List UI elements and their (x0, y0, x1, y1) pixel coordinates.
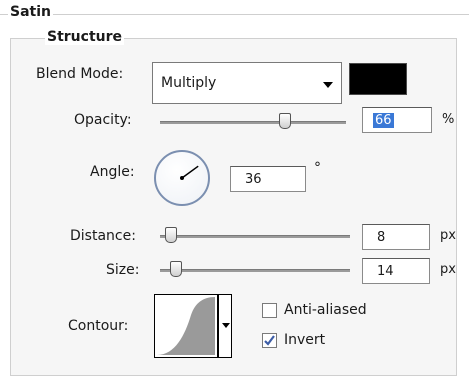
blend-mode-value: Multiply (161, 75, 217, 91)
invert-label: Invert (284, 332, 326, 348)
invert-checkbox[interactable] (262, 333, 277, 348)
distance-label: Distance: (70, 228, 136, 244)
size-slider-thumb[interactable] (170, 261, 182, 277)
angle-value: 36 (245, 172, 262, 187)
satin-group-title: Satin (8, 4, 53, 20)
satin-group-top-line (0, 14, 469, 15)
opacity-slider-track[interactable] (160, 121, 346, 124)
distance-value: 8 (377, 230, 386, 245)
size-unit: px (440, 262, 456, 277)
opacity-slider-thumb[interactable] (279, 113, 291, 129)
angle-input[interactable]: 36 (230, 166, 306, 192)
angle-label: Angle: (90, 164, 135, 180)
anti-aliased-checkbox[interactable] (262, 303, 277, 318)
contour-label: Contour: (68, 318, 129, 334)
opacity-unit: % (442, 112, 455, 127)
size-slider-track[interactable] (160, 269, 350, 272)
blend-color-swatch[interactable] (349, 63, 407, 95)
opacity-value: 66 (373, 113, 394, 128)
opacity-label: Opacity: (74, 112, 132, 128)
anti-aliased-label: Anti-aliased (284, 302, 367, 318)
size-label: Size: (106, 262, 140, 278)
distance-slider-track[interactable] (160, 235, 350, 238)
contour-curve-icon (157, 297, 215, 355)
distance-slider-thumb[interactable] (165, 227, 177, 243)
contour-dropdown[interactable] (218, 294, 232, 358)
contour-preview[interactable] (154, 294, 218, 358)
angle-dial[interactable] (154, 150, 210, 206)
chevron-down-icon (222, 323, 230, 328)
checkmark-icon (264, 335, 275, 346)
blend-mode-label: Blend Mode: (36, 66, 124, 82)
angle-unit: ° (314, 160, 321, 176)
distance-unit: px (440, 228, 456, 243)
size-value: 14 (377, 264, 394, 279)
distance-input[interactable]: 8 (362, 224, 430, 250)
blend-mode-select[interactable]: Multiply (152, 62, 342, 104)
chevron-down-icon (323, 82, 333, 88)
structure-group-title: Structure (45, 29, 125, 45)
angle-needle-icon (180, 165, 199, 180)
opacity-input[interactable]: 66 (362, 107, 432, 133)
size-input[interactable]: 14 (362, 258, 430, 284)
